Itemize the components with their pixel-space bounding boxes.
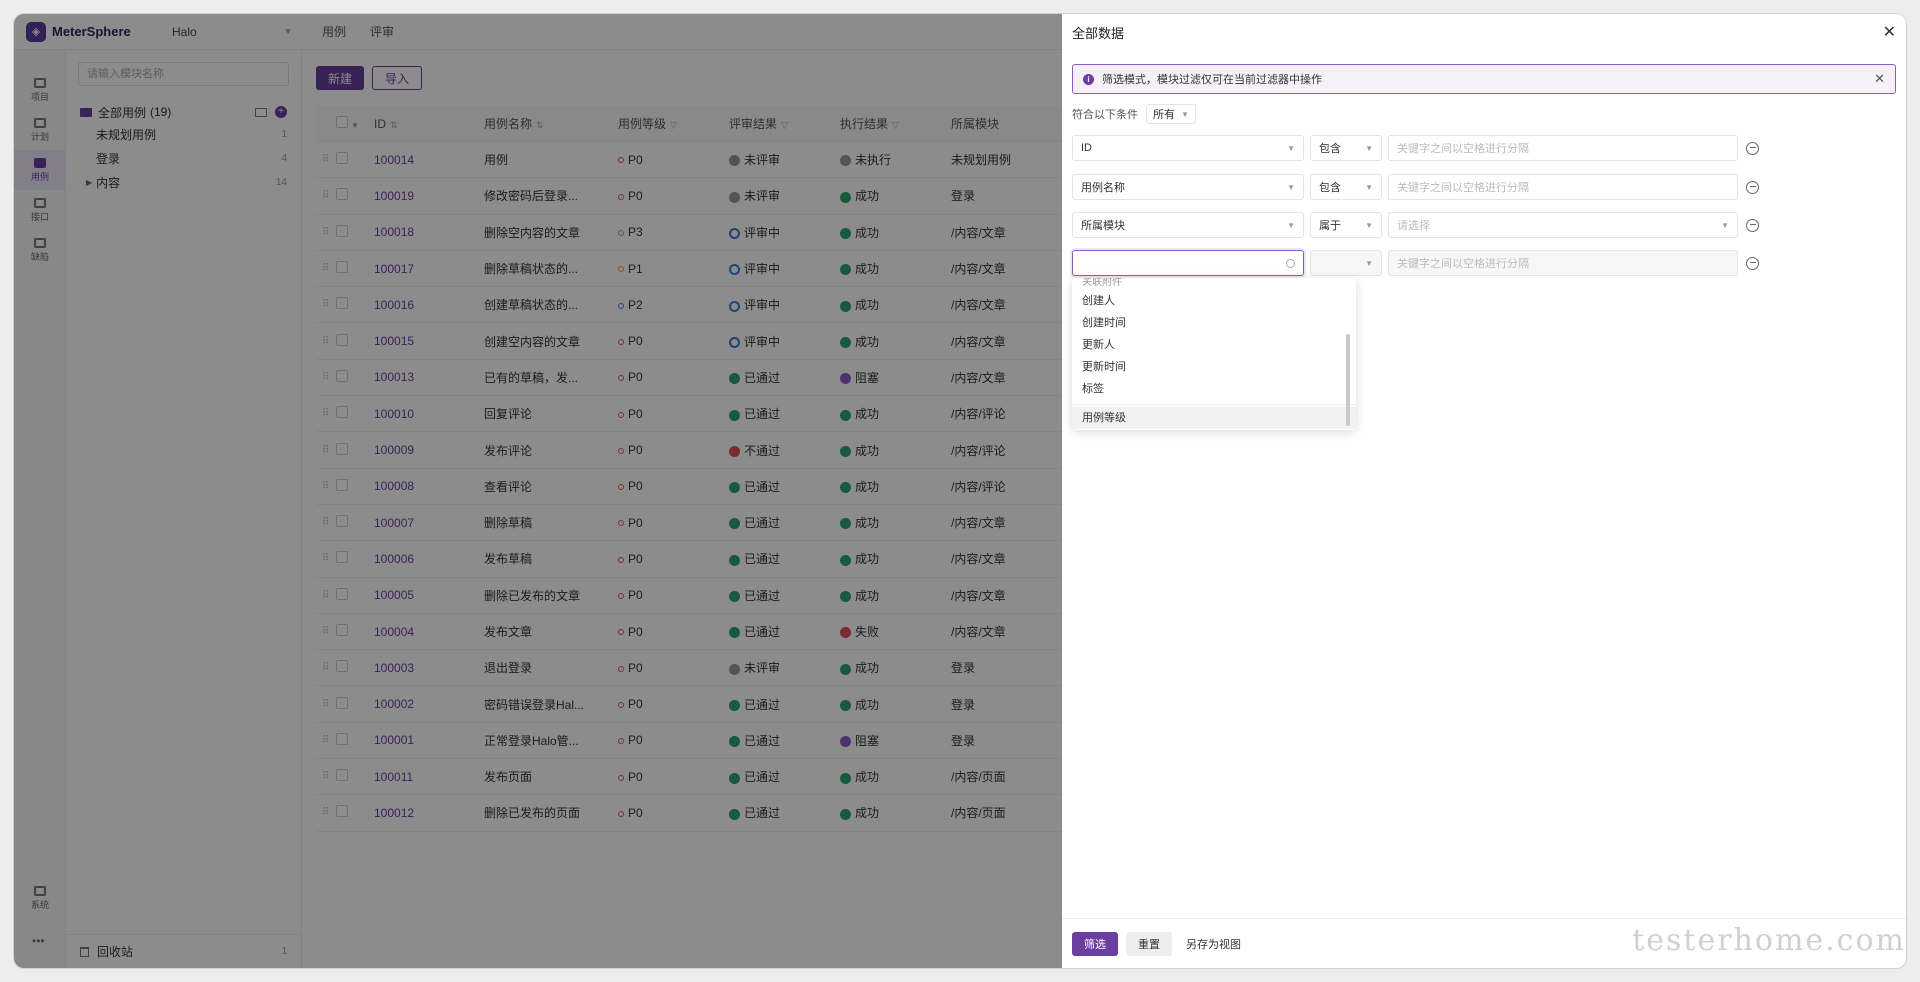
info-icon: i [1083, 73, 1094, 85]
filter-field-select[interactable]: 所属模块 ▼ [1072, 212, 1304, 238]
drawer-header: 全部数据 ✕ [1062, 14, 1906, 50]
dropdown-scrollbar[interactable] [1346, 334, 1350, 426]
dropdown-option[interactable]: 更新时间 [1072, 356, 1356, 378]
chevron-down-icon: ▼ [1287, 143, 1295, 153]
chevron-down-icon: ▼ [1287, 182, 1295, 192]
chevron-down-icon: ▼ [1365, 143, 1373, 153]
filter-drawer: 全部数据 ✕ i 筛选模式，模块过滤仅可在当前过滤器中操作 ✕ 符合以下条件 所… [1062, 14, 1906, 968]
filter-operator-select[interactable]: 包含 ▼ [1310, 135, 1382, 161]
filter-field-search-input[interactable] [1072, 250, 1304, 276]
condition-row: 符合以下条件 所有 ▼ [1072, 104, 1196, 124]
remove-filter-icon[interactable] [1746, 141, 1759, 155]
filter-field-select[interactable]: ID ▼ [1072, 135, 1304, 161]
remove-filter-icon[interactable] [1746, 218, 1759, 232]
filter-operator-select[interactable]: 属于 ▼ [1310, 212, 1382, 238]
filter-value-select[interactable]: 请选择 ▼ [1388, 212, 1738, 238]
drawer-footer: 筛选 重置 另存为视图 testerhome.com [1062, 918, 1906, 968]
chevron-down-icon: ▼ [1365, 258, 1373, 268]
save-view-button[interactable]: 另存为视图 [1180, 932, 1247, 956]
condition-value: 所有 [1153, 109, 1175, 121]
field-dropdown: 关联附件 创建人 创建时间 更新人 更新时间 标签 用例等级 [1072, 278, 1356, 430]
filter-row: 用例名称 ▼ 包含 ▼ 关键字之间以空格进行分隔 [1072, 174, 1759, 200]
condition-select[interactable]: 所有 ▼ [1146, 104, 1196, 124]
remove-filter-icon[interactable] [1746, 180, 1759, 194]
filter-button[interactable]: 筛选 [1072, 931, 1118, 956]
condition-label: 符合以下条件 [1072, 109, 1138, 121]
dropdown-option[interactable]: 创建时间 [1072, 312, 1356, 334]
dropdown-option[interactable]: 创建人 [1072, 290, 1356, 312]
dropdown-option-hover[interactable]: 用例等级 [1072, 407, 1356, 429]
filter-row: ID ▼ 包含 ▼ 关键字之间以空格进行分隔 [1072, 135, 1759, 161]
filter-value-input[interactable]: 关键字之间以空格进行分隔 [1388, 174, 1738, 200]
filter-row-new: ▼ 关键字之间以空格进行分隔 [1072, 250, 1759, 276]
chevron-down-icon: ▼ [1365, 220, 1373, 230]
filter-value-input[interactable]: 关键字之间以空格进行分隔 [1388, 135, 1738, 161]
drawer-title: 全部数据 [1072, 25, 1125, 41]
remove-filter-icon[interactable] [1746, 256, 1759, 270]
modal-mask[interactable] [14, 14, 1062, 968]
filter-row: 所属模块 ▼ 属于 ▼ 请选择 ▼ [1072, 212, 1759, 238]
close-icon[interactable]: ✕ [1883, 22, 1896, 42]
chevron-down-icon: ▼ [1365, 182, 1373, 192]
filter-operator-select[interactable]: 包含 ▼ [1310, 174, 1382, 200]
alert-close-icon[interactable]: ✕ [1874, 71, 1885, 87]
filter-field-select[interactable]: 用例名称 ▼ [1072, 174, 1304, 200]
app-window: ◈ MeterSphere Halo ▼ 用例 评审 项目 计划 用例 接口 缺… [14, 14, 1906, 968]
chevron-down-icon: ▼ [1721, 220, 1729, 230]
chevron-down-icon: ▼ [1181, 109, 1189, 119]
dropdown-option[interactable]: 关联附件 [1072, 278, 1356, 290]
search-icon [1286, 258, 1295, 268]
dropdown-option[interactable]: 更新人 [1072, 334, 1356, 356]
filter-operator-select[interactable]: ▼ [1310, 250, 1382, 276]
chevron-down-icon: ▼ [1287, 220, 1295, 230]
dropdown-divider [1072, 404, 1356, 405]
reset-button[interactable]: 重置 [1126, 931, 1172, 956]
filter-alert: i 筛选模式，模块过滤仅可在当前过滤器中操作 ✕ [1072, 64, 1896, 94]
filter-value-input[interactable]: 关键字之间以空格进行分隔 [1388, 250, 1738, 276]
watermark: testerhome.com [1632, 923, 1906, 958]
dropdown-option[interactable]: 标签 [1072, 378, 1356, 400]
alert-text: 筛选模式，模块过滤仅可在当前过滤器中操作 [1102, 74, 1322, 86]
